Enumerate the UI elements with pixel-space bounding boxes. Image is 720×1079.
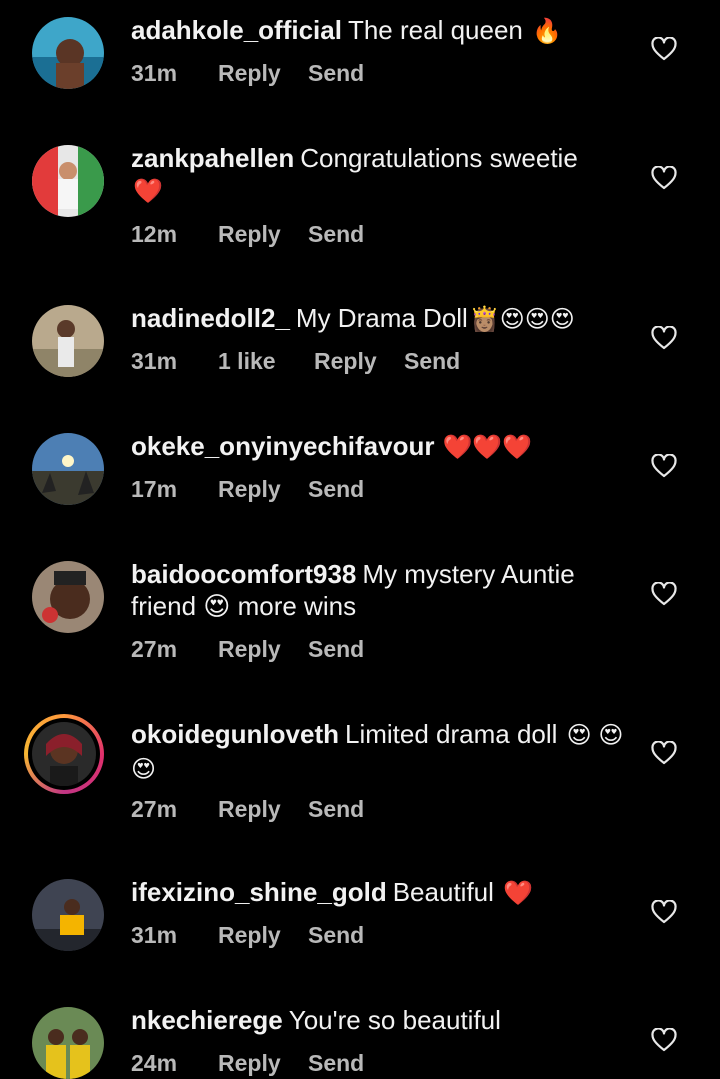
comment-username[interactable]: nadinedoll2_: [131, 303, 290, 333]
send-button[interactable]: Send: [404, 348, 460, 375]
comment-text: zankpahellen Congratulations sweetie ❤️: [131, 142, 631, 208]
comment-meta: 31m Reply Send: [131, 60, 364, 87]
comment-body: Beautiful: [392, 877, 494, 907]
avatar[interactable]: [32, 17, 104, 89]
like-heart-icon[interactable]: [651, 900, 677, 924]
reply-button[interactable]: Reply: [218, 221, 308, 248]
comment-emoji: 🔥: [532, 18, 562, 45]
like-heart-icon[interactable]: [651, 37, 677, 61]
comment-time: 24m: [131, 1050, 178, 1076]
comment-username[interactable]: nkechierege: [131, 1005, 283, 1035]
avatar[interactable]: [32, 305, 104, 377]
comment-text: nadinedoll2_ My Drama Doll👸🏽😍😍😍: [131, 302, 631, 336]
send-button[interactable]: Send: [308, 221, 364, 248]
comment-time: 31m: [131, 348, 178, 374]
comment-time: 27m: [131, 796, 178, 822]
avatar[interactable]: [32, 145, 104, 217]
comment-time: 31m: [131, 922, 178, 948]
like-heart-icon[interactable]: [651, 166, 677, 190]
comment-emoji: 👸🏽😍😍😍: [469, 306, 575, 333]
comment-meta: 31m Reply Send: [131, 922, 364, 949]
comment-text: nkechierege You're so beautiful: [131, 1004, 631, 1036]
avatar[interactable]: [32, 433, 104, 505]
comment-body: Congratulations sweetie: [300, 143, 578, 173]
comment-username[interactable]: okoidegunloveth: [131, 719, 339, 749]
comment-text: ifexizino_shine_gold Beautiful ❤️: [131, 876, 631, 910]
send-button[interactable]: Send: [308, 922, 364, 949]
reply-button[interactable]: Reply: [218, 796, 308, 823]
like-heart-icon[interactable]: [651, 741, 677, 765]
reply-button[interactable]: Reply: [218, 922, 308, 949]
reply-button[interactable]: Reply: [218, 636, 308, 663]
comment-username[interactable]: zankpahellen: [131, 143, 294, 173]
like-heart-icon[interactable]: [651, 1028, 677, 1052]
comment-body: Limited drama doll: [345, 719, 558, 749]
comments-list: adahkole_official The real queen 🔥 31m Rep…: [0, 0, 720, 1079]
comment-emoji: ❤️: [133, 178, 163, 205]
comment-meta: 27m Reply Send: [131, 796, 364, 823]
comment-body: The real queen: [347, 15, 523, 45]
like-count[interactable]: 1 like: [218, 348, 314, 375]
send-button[interactable]: Send: [308, 476, 364, 503]
reply-button[interactable]: Reply: [218, 476, 308, 503]
comment-time: 27m: [131, 636, 178, 662]
avatar[interactable]: [32, 1007, 104, 1079]
comment-emoji: ❤️: [503, 880, 534, 907]
send-button[interactable]: Send: [308, 636, 364, 663]
comment-text: okoidegunloveth Limited drama doll 😍 😍😍: [131, 718, 631, 786]
comment-username[interactable]: adahkole_official: [131, 15, 342, 45]
comment-body: My Drama Doll: [295, 303, 468, 333]
like-heart-icon[interactable]: [651, 582, 677, 606]
reply-button[interactable]: Reply: [314, 348, 404, 375]
comment-meta: 31m 1 like Reply Send: [131, 348, 460, 375]
send-button[interactable]: Send: [308, 796, 364, 823]
avatar[interactable]: [32, 561, 104, 633]
comment-meta: 24m Reply Send: [131, 1050, 364, 1077]
comment-text: adahkole_official The real queen 🔥: [131, 14, 631, 48]
reply-button[interactable]: Reply: [218, 1050, 308, 1077]
send-button[interactable]: Send: [308, 1050, 364, 1077]
comment-time: 31m: [131, 60, 178, 86]
avatar-story-ring[interactable]: [24, 714, 104, 794]
comment-username[interactable]: baidoocomfort938: [131, 559, 356, 589]
like-heart-icon[interactable]: [651, 326, 677, 350]
like-heart-icon[interactable]: [651, 454, 677, 478]
comment-emoji: ❤️❤️❤️: [442, 434, 533, 461]
comment-time: 12m: [131, 221, 178, 247]
comment-meta: 12m Reply Send: [131, 221, 364, 248]
comment-body: You're so beautiful: [288, 1005, 501, 1035]
avatar: [28, 718, 100, 790]
comment-meta: 27m Reply Send: [131, 636, 364, 663]
comment-text: okeke_onyinyechifavour ❤️❤️❤️: [131, 430, 631, 464]
comment-meta: 17m Reply Send: [131, 476, 364, 503]
send-button[interactable]: Send: [308, 60, 364, 87]
comment-username[interactable]: ifexizino_shine_gold: [131, 877, 387, 907]
comment-time: 17m: [131, 476, 178, 502]
reply-button[interactable]: Reply: [218, 60, 308, 87]
avatar[interactable]: [32, 879, 104, 951]
comment-text: baidoocomfort938 My mystery Auntie friend…: [131, 558, 631, 622]
comment-username[interactable]: okeke_onyinyechifavour: [131, 431, 434, 461]
